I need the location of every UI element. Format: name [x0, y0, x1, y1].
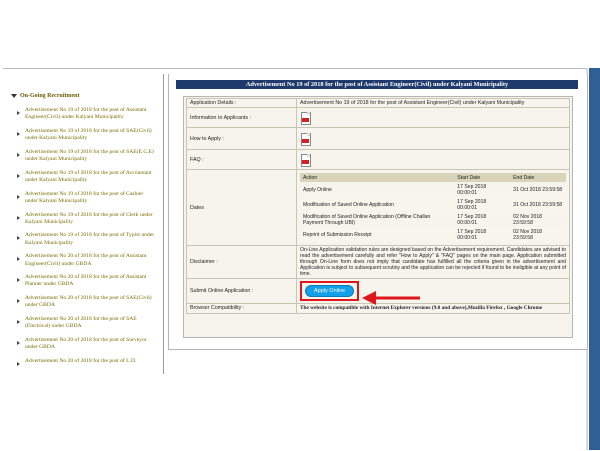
- dates-start: 17 Sep 2018 00:00:01: [454, 227, 511, 242]
- dates-end: 31 Oct 2018 23:59:58: [510, 182, 566, 197]
- sidebar-item[interactable]: Advertisement No 19 of 2018 for the post…: [17, 170, 157, 184]
- how-to-apply-label: How to Apply :: [186, 127, 297, 150]
- sidebar-item[interactable]: Advertisement No 19 of 2018 for the post…: [17, 212, 157, 226]
- sidebar-item[interactable]: Advertisement No 20 of 2018 for the post…: [17, 274, 157, 288]
- dates-end: 02 Nov 2018 23:59:58: [510, 227, 566, 242]
- how-to-apply-cell: [296, 127, 570, 150]
- right-scroll-bar[interactable]: [589, 68, 600, 450]
- dates-end: 02 Nov 2018 23:59:58: [510, 212, 566, 227]
- dates-end: 31 Oct 2018 23:59:58: [510, 197, 566, 212]
- sidebar-item[interactable]: Advertisement No 20 of 2018 for the post…: [17, 358, 157, 366]
- table-row: FAQ :: [186, 149, 570, 170]
- sidebar-item[interactable]: Advertisement No 20 of 2018 for the post…: [17, 295, 157, 309]
- sidebar: On-Going Recruitment Advertisement No 19…: [3, 74, 164, 374]
- disclaimer-text: On-Line Application validation rules are…: [296, 245, 570, 279]
- sidebar-item[interactable]: Advertisement No 19 of 2018 for the post…: [17, 191, 157, 205]
- triangle-right-icon: [17, 361, 20, 366]
- dates-row: Reprint of Submission Receipt 17 Sep 201…: [300, 227, 566, 242]
- disclaimer-label: Disclaimer :: [186, 245, 297, 279]
- dates-table: Action Start Date End Date Apply Online …: [300, 173, 566, 242]
- sidebar-item-label[interactable]: Advertisement No 20 of 2018 for the post…: [25, 358, 136, 364]
- dates-action: Modification of Saved Online Application…: [300, 212, 455, 227]
- dates-cell: Action Start Date End Date Apply Online …: [296, 169, 570, 246]
- faq-label: FAQ :: [186, 149, 297, 170]
- application-details-label: Application Details :: [186, 98, 297, 108]
- triangle-right-icon: [17, 152, 20, 157]
- apply-highlight-box: Apply Online: [300, 281, 360, 301]
- dates-label: Dates: [186, 169, 297, 246]
- sidebar-item[interactable]: Advertisement No 20 of 2018 for the post…: [17, 316, 157, 330]
- sidebar-item[interactable]: Advertisement No 20 of 2018 for the post…: [17, 253, 157, 267]
- sidebar-section-header[interactable]: On-Going Recruitment: [11, 93, 80, 99]
- triangle-right-icon: [17, 111, 20, 115]
- sidebar-list: Advertisement No 19 of 2018 for the post…: [17, 107, 157, 372]
- sidebar-item-label[interactable]: Advertisement No 19 of 2018 for the post…: [25, 191, 143, 204]
- table-row: How to Apply :: [186, 127, 570, 150]
- sidebar-section-title: On-Going Recruitment: [20, 93, 80, 99]
- dates-header-start: Start Date: [454, 173, 511, 182]
- sidebar-item[interactable]: Advertisement No 19 of 2018 for the post…: [17, 128, 157, 142]
- triangle-right-icon: [17, 236, 20, 241]
- dates-start: 17 Sep 2018 00:00:01: [454, 182, 511, 197]
- compatibility-label: Browser Compatibility :: [186, 303, 297, 314]
- apply-online-button[interactable]: Apply Online: [305, 285, 355, 297]
- sidebar-item-label[interactable]: Advertisement No 19 of 2018 for the post…: [25, 128, 152, 141]
- sidebar-item-label[interactable]: Advertisement No 20 of 2018 for the post…: [25, 337, 147, 350]
- table-row: Dates Action Start Date End Date Apply O…: [186, 169, 570, 246]
- sidebar-item[interactable]: Advertisement No 19 of 2018 for the post…: [17, 107, 157, 121]
- pdf-icon[interactable]: [300, 111, 311, 125]
- dates-action: Reprint of Submission Receipt: [300, 227, 455, 242]
- submit-cell: Apply Online: [296, 278, 570, 304]
- sidebar-item-label[interactable]: Advertisement No 19 of 2018 for the post…: [25, 170, 152, 183]
- dates-action: Modification of Saved Online Application: [300, 197, 455, 212]
- dates-header-end: End Date: [510, 173, 566, 182]
- sidebar-item-label[interactable]: Advertisement No 19 of 2018 for the post…: [25, 232, 154, 245]
- sidebar-item[interactable]: Advertisement No 19 of 2018 for the post…: [17, 149, 157, 163]
- table-row: Information to Applicants :: [186, 107, 570, 128]
- triangle-right-icon: [17, 278, 20, 283]
- faq-cell: [296, 149, 570, 170]
- dates-row: Modification of Saved Online Application…: [300, 197, 566, 212]
- compatibility-text: The website is compatible with Internet …: [296, 303, 570, 314]
- sidebar-item-label[interactable]: Advertisement No 20 of 2018 for the post…: [25, 316, 137, 329]
- sidebar-item-label[interactable]: Advertisement No 19 of 2018 for the post…: [25, 107, 146, 120]
- red-arrow-icon: [362, 291, 420, 305]
- triangle-right-icon: [17, 257, 20, 262]
- dates-start: 17 Sep 2018 00:00:01: [454, 197, 511, 212]
- page-title: Advertisement No 19 of 2018 for the post…: [176, 80, 578, 89]
- sidebar-item-label[interactable]: Advertisement No 19 of 2018 for the post…: [25, 149, 154, 162]
- table-row: Application Details : Advertisement No 1…: [186, 98, 570, 108]
- sidebar-item-label[interactable]: Advertisement No 20 of 2018 for the post…: [25, 274, 146, 287]
- table-row: Disclaimer : On-Line Application validat…: [186, 245, 570, 279]
- dates-row: Apply Online 17 Sep 2018 00:00:01 31 Oct…: [300, 182, 566, 197]
- triangle-right-icon: [17, 340, 20, 345]
- triangle-right-icon: [17, 299, 20, 304]
- triangle-down-icon: [11, 93, 17, 98]
- details-table: Application Details : Advertisement No 1…: [186, 98, 570, 314]
- triangle-right-icon: [17, 131, 20, 136]
- triangle-right-icon: [17, 173, 20, 178]
- sidebar-item[interactable]: Advertisement No 20 of 2018 for the post…: [17, 337, 157, 351]
- dates-start: 17 Sep 2018 00:00:01: [454, 212, 511, 227]
- triangle-right-icon: [17, 194, 20, 199]
- dates-header-action: Action: [300, 173, 455, 182]
- triangle-right-icon: [17, 215, 20, 220]
- sidebar-item-label[interactable]: Advertisement No 20 of 2018 for the post…: [25, 295, 152, 308]
- information-label: Information to Applicants :: [186, 107, 297, 128]
- sidebar-item-label[interactable]: Advertisement No 20 of 2018 for the post…: [25, 253, 146, 266]
- pdf-icon[interactable]: [300, 132, 311, 146]
- pdf-icon[interactable]: [300, 153, 311, 167]
- application-details-value: Advertisement No 19 of 2018 for the post…: [296, 98, 570, 108]
- sidebar-item[interactable]: Advertisement No 19 of 2018 for the post…: [17, 232, 157, 246]
- submit-label: Submit Online Application :: [186, 278, 297, 304]
- information-cell: [296, 107, 570, 128]
- dates-row: Modification of Saved Online Application…: [300, 212, 566, 227]
- triangle-right-icon: [17, 320, 20, 325]
- sidebar-item-label[interactable]: Advertisement No 19 of 2018 for the post…: [25, 212, 153, 225]
- dates-action: Apply Online: [300, 182, 455, 197]
